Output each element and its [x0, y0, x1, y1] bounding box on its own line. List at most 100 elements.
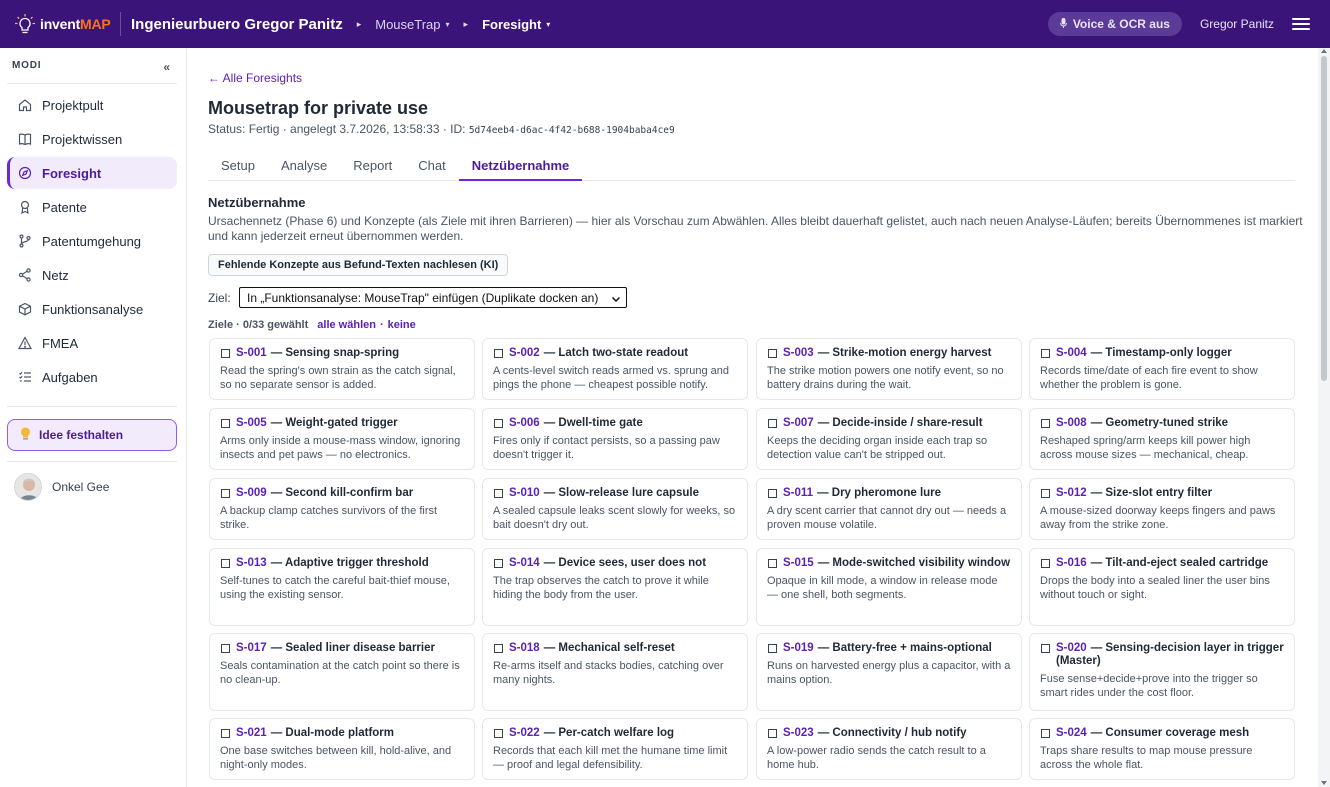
goal-checkbox[interactable]	[768, 644, 777, 653]
tab-netzuebernahme[interactable]: Netzübernahme	[458, 152, 583, 181]
collapse-sidebar-button[interactable]: «	[163, 60, 170, 74]
sidebar-item-aufgaben[interactable]: Aufgaben	[7, 360, 177, 394]
main-content: ← Alle Foresights Mousetrap for private …	[187, 48, 1318, 787]
sidebar-item-patentumgehung[interactable]: Patentumgehung	[7, 224, 177, 258]
goal-card[interactable]: S-020— Sensing-decision layer in trigger…	[1029, 633, 1295, 711]
goal-card[interactable]: S-017— Sealed liner disease barrier Seals…	[209, 633, 475, 711]
scrollbar[interactable]	[1318, 48, 1330, 787]
goal-card-header: S-017— Sealed liner disease barrier	[220, 642, 464, 655]
goal-description: Fires only if contact persists, so a pas…	[493, 435, 720, 461]
goal-card[interactable]: S-016— Tilt-and-eject sealed cartridge Dr…	[1029, 548, 1295, 626]
goal-title: — Slow-release lure capsule	[543, 487, 700, 499]
sidebar-item-label: Patente	[42, 199, 87, 215]
goal-card[interactable]: S-014— Device sees, user does not The tra…	[482, 548, 748, 626]
goal-title: — Weight-gated trigger	[270, 417, 398, 429]
avatar	[14, 473, 42, 501]
goal-card[interactable]: S-006— Dwell-time gate Fires only if cont…	[482, 408, 748, 470]
goal-checkbox[interactable]	[1041, 559, 1050, 568]
goal-card-header: S-013— Adaptive trigger threshold	[220, 557, 464, 570]
goal-card[interactable]: S-007— Decide-inside / share-result Keeps…	[756, 408, 1022, 470]
user-menu[interactable]: Gregor Panitz	[1200, 17, 1274, 31]
goal-card[interactable]: S-023— Connectivity / hub notify A low-po…	[756, 718, 1022, 780]
breadcrumb-org[interactable]: Ingenieurbuero Gregor Panitz	[131, 16, 343, 33]
app-logo[interactable]: inventMAP	[0, 0, 120, 48]
goal-checkbox[interactable]	[494, 644, 503, 653]
goal-description: Read the spring's own strain as the catc…	[220, 365, 456, 391]
goal-checkbox[interactable]	[768, 419, 777, 428]
goal-card[interactable]: S-024— Consumer coverage mesh Traps share…	[1029, 718, 1295, 780]
goal-checkbox[interactable]	[221, 419, 230, 428]
sidebar-item-projektwissen[interactable]: Projektwissen	[7, 122, 177, 156]
goal-checkbox[interactable]	[494, 349, 503, 358]
goal-checkbox[interactable]	[494, 489, 503, 498]
sidebar-item-foresight[interactable]: Foresight	[7, 157, 177, 189]
goal-checkbox[interactable]	[494, 419, 503, 428]
tab-setup[interactable]: Setup	[208, 152, 268, 181]
goal-card[interactable]: S-005— Weight-gated trigger Arms only ins…	[209, 408, 475, 470]
tab-chat[interactable]: Chat	[405, 152, 458, 181]
goal-checkbox[interactable]	[221, 729, 230, 738]
sidebar-item-projektpult[interactable]: Projektpult	[7, 88, 177, 122]
goal-checkbox[interactable]	[768, 489, 777, 498]
tab-analyse[interactable]: Analyse	[268, 152, 340, 181]
goal-card-header: S-004— Timestamp-only logger	[1040, 347, 1284, 360]
goal-checkbox[interactable]	[221, 559, 230, 568]
sidebar-item-label: Projektwissen	[42, 131, 123, 147]
goal-checkbox[interactable]	[221, 644, 230, 653]
back-to-foresights-link[interactable]: ← Alle Foresights	[208, 71, 302, 85]
goal-card-header: S-009— Second kill-confirm bar	[220, 487, 464, 500]
goal-checkbox[interactable]	[1041, 489, 1050, 498]
bulb-logo-icon	[14, 13, 36, 35]
scroll-up-icon[interactable]	[1321, 49, 1327, 53]
goal-checkbox[interactable]	[768, 559, 777, 568]
goal-checkbox[interactable]	[494, 559, 503, 568]
goal-description: Records that each kill met the humane ti…	[493, 745, 728, 771]
goal-card-header: S-008— Geometry-tuned strike	[1040, 417, 1284, 430]
scroll-down-icon[interactable]	[1321, 781, 1327, 785]
goal-checkbox[interactable]	[494, 729, 503, 738]
sidebar-item-funktionsanalyse[interactable]: Funktionsanalyse	[7, 292, 177, 326]
goal-title: — Mechanical self-reset	[543, 642, 675, 654]
sidebar-item-netz[interactable]: Netz	[7, 258, 177, 292]
menu-icon[interactable]	[1292, 18, 1310, 30]
capture-idea-button[interactable]: Idee festhalten	[7, 419, 177, 451]
sidebar-user[interactable]: Onkel Gee	[14, 473, 109, 501]
sidebar-section-label: MODI	[12, 60, 42, 71]
sidebar-item-fmea[interactable]: FMEA	[7, 326, 177, 360]
goal-checkbox[interactable]	[221, 349, 230, 358]
goal-checkbox[interactable]	[221, 489, 230, 498]
goal-card[interactable]: S-022— Per-catch welfare log Records that…	[482, 718, 748, 780]
goal-checkbox[interactable]	[1041, 349, 1050, 358]
goal-card[interactable]: S-001— Sensing snap-spring Read the sprin…	[209, 338, 475, 400]
goal-card[interactable]: S-018— Mechanical self-reset Re-arms itse…	[482, 633, 748, 711]
goal-checkbox[interactable]	[1041, 729, 1050, 738]
sidebar-item-patente[interactable]: Patente	[7, 190, 177, 224]
goal-checkbox[interactable]	[1041, 419, 1050, 428]
goal-card[interactable]: S-021— Dual-mode platform One base switch…	[209, 718, 475, 780]
goal-checkbox[interactable]	[768, 349, 777, 358]
goal-card[interactable]: S-008— Geometry-tuned strike Reshaped spr…	[1029, 408, 1295, 470]
tab-report[interactable]: Report	[340, 152, 405, 181]
breadcrumb-project[interactable]: MouseTrap ▾	[375, 17, 449, 32]
goal-checkbox[interactable]	[768, 729, 777, 738]
target-select[interactable]: In „Funktionsanalyse: MouseTrap" einfüge…	[239, 287, 627, 308]
goal-card[interactable]: S-012— Size-slot entry filter A mouse-siz…	[1029, 478, 1295, 540]
goal-card[interactable]: S-015— Mode-switched visibility window Op…	[756, 548, 1022, 626]
goal-card-header: S-005— Weight-gated trigger	[220, 417, 464, 430]
goal-card[interactable]: S-011— Dry pheromone lure A dry scent car…	[756, 478, 1022, 540]
goal-checkbox[interactable]	[1041, 644, 1050, 653]
scrollbar-thumb[interactable]	[1321, 56, 1327, 381]
goal-card[interactable]: S-010— Slow-release lure capsule A sealed…	[482, 478, 748, 540]
voice-ocr-toggle[interactable]: Voice & OCR aus	[1047, 12, 1182, 36]
goal-card[interactable]: S-019— Battery-free + mains-optional Runs…	[756, 633, 1022, 711]
goal-card[interactable]: S-003— Strike-motion energy harvest The s…	[756, 338, 1022, 400]
goal-card[interactable]: S-013— Adaptive trigger threshold Self-tu…	[209, 548, 475, 626]
goal-code: S-007	[783, 417, 814, 429]
select-none-link[interactable]: keine	[388, 319, 416, 331]
breadcrumb-module[interactable]: Foresight ▾	[482, 17, 550, 32]
goal-card[interactable]: S-009— Second kill-confirm bar A backup c…	[209, 478, 475, 540]
goal-card[interactable]: S-002— Latch two-state readout A cents-le…	[482, 338, 748, 400]
read-missing-concepts-button[interactable]: Fehlende Konzepte aus Befund-Texten nach…	[208, 254, 509, 276]
goal-card[interactable]: S-004— Timestamp-only logger Records time…	[1029, 338, 1295, 400]
select-all-link[interactable]: alle wählen	[317, 319, 376, 331]
